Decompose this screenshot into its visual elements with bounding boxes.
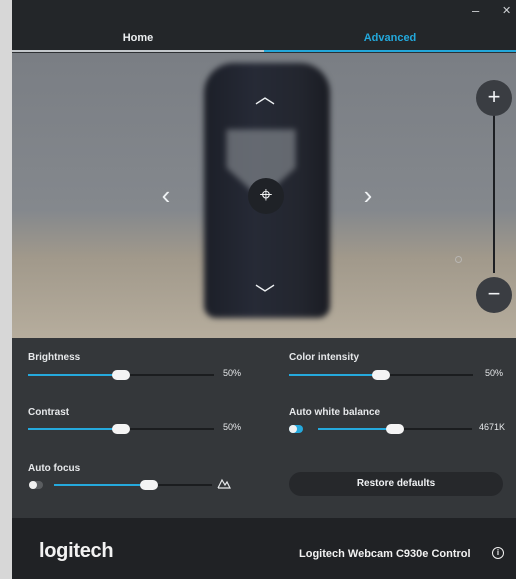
- brightness-slider[interactable]: [28, 370, 214, 380]
- crosshair-icon: ⌖: [259, 182, 273, 207]
- close-button[interactable]: ✕: [502, 4, 511, 18]
- pan-up-icon[interactable]: ︿: [253, 87, 277, 107]
- color-intensity-label: Color intensity: [289, 352, 360, 363]
- auto-focus-toggle[interactable]: [29, 481, 43, 489]
- color-intensity-slider-knob[interactable]: [372, 370, 390, 380]
- info-icon[interactable]: i: [492, 547, 504, 559]
- white-balance-slider-fill: [318, 428, 395, 430]
- focus-slider[interactable]: [54, 480, 212, 490]
- white-balance-slider[interactable]: [318, 424, 472, 434]
- contrast-value: 50%: [223, 422, 242, 432]
- contrast-slider[interactable]: [28, 424, 214, 434]
- pan-down-icon[interactable]: ﹀: [253, 285, 277, 305]
- minimize-button[interactable]: –: [472, 4, 479, 18]
- restore-defaults-button[interactable]: Restore defaults: [289, 472, 503, 496]
- auto-white-balance-toggle-nub: [289, 425, 297, 433]
- contrast-slider-knob[interactable]: [112, 424, 130, 434]
- contrast-label: Contrast: [28, 407, 70, 418]
- minus-icon: −: [487, 281, 501, 306]
- app-window: – ✕ Home Advanced ︿ ﹀ ‹ › ⌖ + − Brightne…: [12, 0, 516, 579]
- focus-slider-knob[interactable]: [139, 480, 158, 490]
- color-intensity-value: 50%: [485, 368, 504, 378]
- camera-preview[interactable]: ︿ ﹀ ‹ › ⌖ + −: [12, 53, 516, 338]
- product-name: Logitech Webcam C930e Control: [299, 548, 471, 560]
- contrast-slider-fill: [28, 428, 121, 430]
- tab-advanced[interactable]: Advanced: [264, 28, 516, 52]
- focus-slider-fill: [54, 484, 149, 486]
- color-intensity-slider-fill: [289, 374, 381, 376]
- footer: logitech Logitech Webcam C930e Control i: [12, 518, 516, 579]
- brightness-label: Brightness: [28, 352, 81, 363]
- zoom-in-button[interactable]: +: [476, 80, 512, 116]
- white-balance-slider-knob[interactable]: [386, 424, 404, 434]
- pan-right-icon[interactable]: ›: [356, 182, 380, 208]
- controls-panel: Brightness 50% Color intensity 50% Contr…: [12, 338, 516, 518]
- pan-left-icon[interactable]: ‹: [154, 182, 178, 208]
- title-bar: – ✕ Home Advanced: [12, 0, 516, 52]
- tab-home[interactable]: Home: [12, 28, 264, 52]
- plus-icon: +: [487, 84, 501, 109]
- mountain-icon: [217, 478, 231, 489]
- logitech-logo: logitech: [39, 540, 114, 562]
- auto-focus-toggle-nub: [29, 481, 37, 489]
- auto-white-balance-label: Auto white balance: [289, 407, 381, 418]
- color-intensity-slider[interactable]: [289, 370, 473, 380]
- zoom-track[interactable]: [493, 115, 495, 273]
- focus-point-icon: [455, 256, 462, 263]
- brightness-slider-knob[interactable]: [112, 370, 130, 380]
- white-balance-value: 4671K: [479, 422, 506, 432]
- auto-focus-label: Auto focus: [28, 463, 81, 474]
- auto-white-balance-toggle[interactable]: [289, 425, 303, 433]
- brightness-value: 50%: [223, 368, 242, 378]
- recenter-button[interactable]: ⌖: [248, 178, 284, 214]
- brightness-slider-fill: [28, 374, 121, 376]
- zoom-out-button[interactable]: −: [476, 277, 512, 313]
